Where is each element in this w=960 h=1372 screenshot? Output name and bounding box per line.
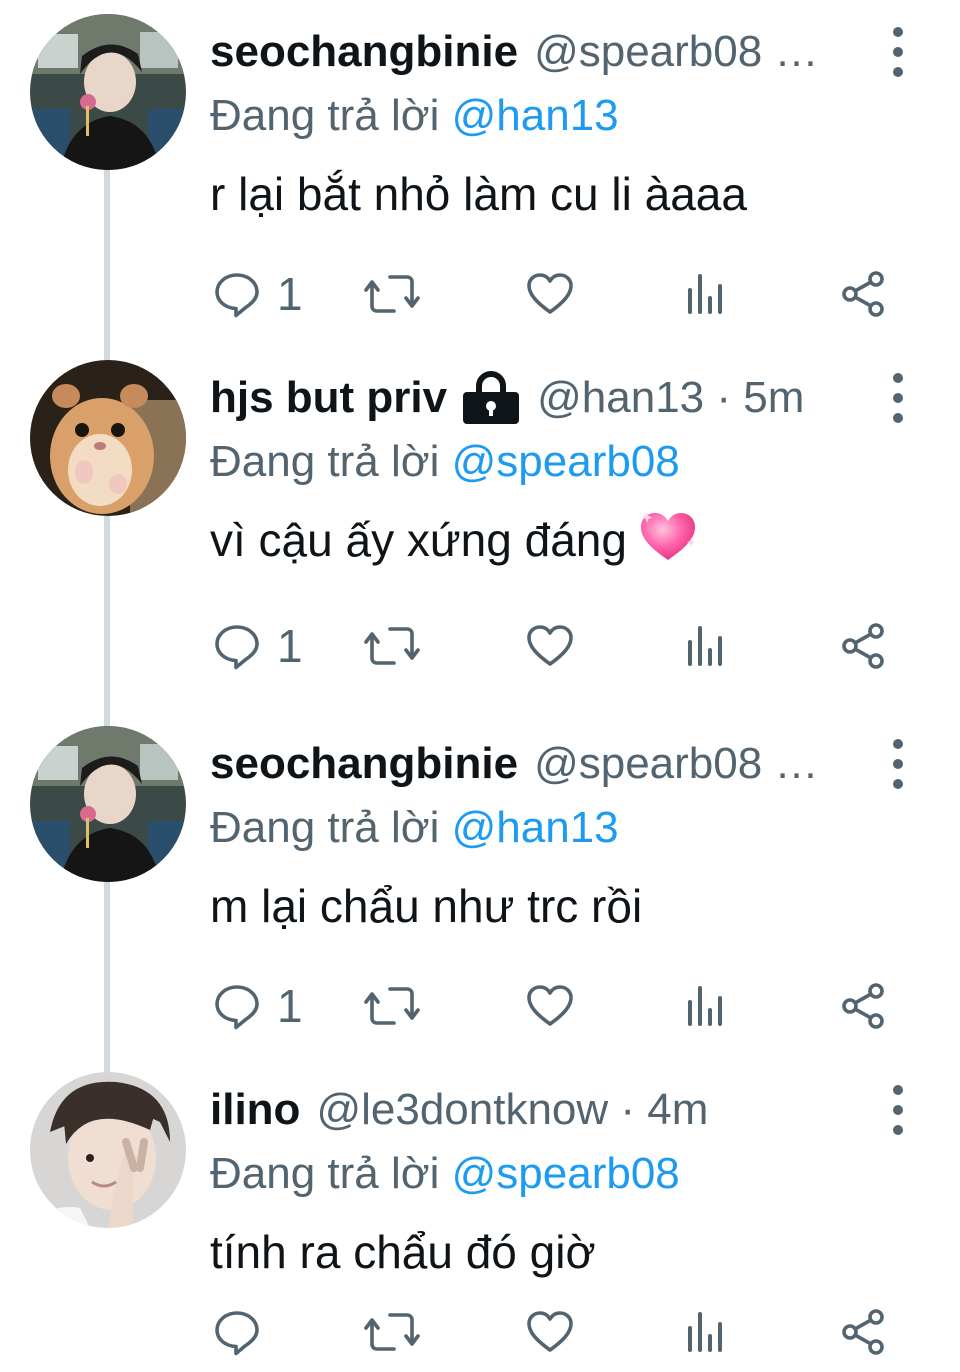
retweet-icon bbox=[364, 275, 420, 313]
display-name[interactable]: hjs but priv bbox=[210, 368, 447, 428]
share-button[interactable] bbox=[840, 254, 888, 334]
retweet-button[interactable] bbox=[364, 966, 420, 1046]
views-button[interactable] bbox=[686, 254, 726, 334]
heart-icon bbox=[527, 625, 573, 666]
tweet-text: m lại chẩu như trc rồi bbox=[210, 880, 643, 932]
analytics-icon bbox=[688, 274, 722, 314]
retweet-button[interactable] bbox=[364, 254, 420, 334]
handle-timestamp[interactable]: @han13 · 5m bbox=[537, 368, 804, 428]
views-button[interactable] bbox=[686, 966, 726, 1046]
tweet[interactable]: seochangbinie @spearb08 … Đang trả lời @… bbox=[0, 14, 960, 334]
action-bar: 1 bbox=[0, 966, 960, 1046]
replying-to: Đang trả lời @spearb08 bbox=[210, 1144, 680, 1204]
mention-link[interactable]: @han13 bbox=[452, 91, 619, 140]
replying-to: Đang trả lời @han13 bbox=[210, 798, 619, 858]
avatar[interactable] bbox=[30, 14, 186, 170]
lock-icon bbox=[461, 370, 521, 426]
heart-icon bbox=[527, 1311, 573, 1352]
reply-icon bbox=[215, 1311, 259, 1356]
like-button[interactable] bbox=[526, 254, 574, 334]
tweet[interactable]: seochangbinie @spearb08 … Đang trả lời @… bbox=[0, 726, 960, 1046]
share-button[interactable] bbox=[840, 606, 888, 686]
analytics-icon bbox=[688, 1312, 722, 1352]
avatar[interactable] bbox=[30, 726, 186, 882]
handle-timestamp[interactable]: @le3dontknow · 4m bbox=[316, 1080, 708, 1140]
reply-button[interactable]: 1 bbox=[213, 254, 303, 334]
heart-icon bbox=[527, 985, 573, 1026]
views-button[interactable] bbox=[686, 606, 726, 686]
replying-to-label: Đang trả lời bbox=[210, 1149, 440, 1198]
sparkling-heart-icon bbox=[637, 508, 699, 564]
display-name[interactable]: seochangbinie bbox=[210, 22, 518, 82]
share-icon bbox=[842, 623, 884, 669]
mention-link[interactable]: @spearb08 bbox=[452, 437, 680, 486]
tweet-text-container: vì cậu ấy xứng đáng bbox=[210, 508, 699, 572]
heart-icon bbox=[527, 273, 573, 314]
analytics-icon bbox=[688, 986, 722, 1026]
tweet-text: r lại bắt nhỏ làm cu li àaaa bbox=[210, 168, 747, 220]
tweet[interactable]: hjs but priv @han13 · 5m Đang trả lời @s… bbox=[0, 360, 960, 700]
share-button[interactable] bbox=[840, 966, 888, 1046]
display-name[interactable]: ilino bbox=[210, 1080, 300, 1140]
replying-to-label: Đang trả lời bbox=[210, 437, 440, 486]
more-options-icon[interactable] bbox=[886, 24, 910, 80]
handle-timestamp[interactable]: @spearb08 … bbox=[534, 734, 818, 794]
action-bar: 1 bbox=[0, 606, 960, 686]
retweet-icon bbox=[364, 987, 420, 1025]
tweet-text: vì cậu ấy xứng đáng bbox=[210, 514, 627, 566]
mention-link[interactable]: @han13 bbox=[452, 803, 619, 852]
retweet-button[interactable] bbox=[364, 1292, 420, 1372]
views-button[interactable] bbox=[686, 1292, 726, 1372]
replying-to: Đang trả lời @han13 bbox=[210, 86, 619, 146]
tweet-text: tính ra chẩu đó giờ bbox=[210, 1226, 596, 1278]
more-options-icon[interactable] bbox=[886, 736, 910, 792]
tweet[interactable]: ilino @le3dontknow · 4m Đang trả lời @sp… bbox=[0, 1072, 960, 1365]
analytics-icon bbox=[688, 626, 722, 666]
like-button[interactable] bbox=[526, 606, 574, 686]
display-name[interactable]: seochangbinie bbox=[210, 734, 518, 794]
reply-count: 1 bbox=[277, 268, 303, 320]
reply-count: 1 bbox=[277, 980, 303, 1032]
retweet-icon bbox=[364, 1313, 420, 1351]
reply-button[interactable] bbox=[213, 1292, 277, 1372]
more-options-icon[interactable] bbox=[886, 370, 910, 426]
share-button[interactable] bbox=[840, 1292, 888, 1372]
retweet-button[interactable] bbox=[364, 606, 420, 686]
more-options-icon[interactable] bbox=[886, 1082, 910, 1138]
reply-icon bbox=[215, 985, 259, 1030]
handle-timestamp[interactable]: @spearb08 … bbox=[534, 22, 818, 82]
mention-link[interactable]: @spearb08 bbox=[452, 1149, 680, 1198]
reply-count: 1 bbox=[277, 620, 303, 672]
avatar[interactable] bbox=[30, 360, 186, 516]
action-bar bbox=[0, 1292, 960, 1372]
reply-icon bbox=[215, 625, 259, 670]
avatar[interactable] bbox=[30, 1072, 186, 1228]
like-button[interactable] bbox=[526, 966, 574, 1046]
share-icon bbox=[842, 1309, 884, 1355]
reply-icon bbox=[215, 273, 259, 318]
replying-to-label: Đang trả lời bbox=[210, 91, 440, 140]
action-bar: 1 bbox=[0, 254, 960, 334]
like-button[interactable] bbox=[526, 1292, 574, 1372]
reply-button[interactable]: 1 bbox=[213, 606, 303, 686]
share-icon bbox=[842, 983, 884, 1029]
retweet-icon bbox=[364, 627, 420, 665]
replying-to: Đang trả lời @spearb08 bbox=[210, 432, 680, 492]
reply-button[interactable]: 1 bbox=[213, 966, 303, 1046]
replying-to-label: Đang trả lời bbox=[210, 803, 440, 852]
share-icon bbox=[842, 271, 884, 317]
